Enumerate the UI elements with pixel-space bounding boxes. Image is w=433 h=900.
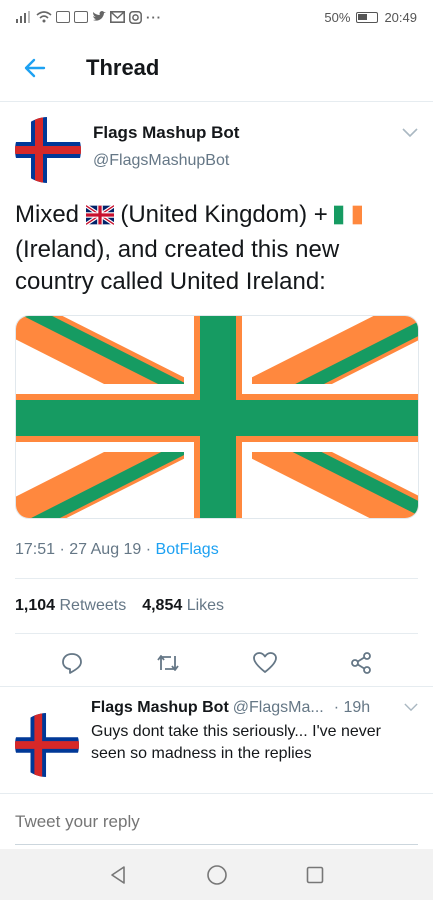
tweet-source-link[interactable]: BotFlags — [156, 541, 219, 558]
retweet-button[interactable] — [155, 652, 181, 674]
reply-author-name[interactable]: Flags Mashup Bot — [91, 699, 229, 717]
likes-label: Likes — [186, 597, 225, 614]
tweet-text-part: Mixed — [15, 201, 86, 228]
mail-icon — [110, 11, 125, 23]
heart-icon — [252, 652, 277, 673]
tweet-meta: 17:51 · 27 Aug 19 · BotFlags — [15, 541, 418, 559]
retweets-number: 1,104 — [15, 597, 56, 614]
back-arrow-icon — [24, 58, 46, 77]
photos-icon — [74, 11, 88, 23]
share-button[interactable] — [349, 651, 373, 675]
retweet-icon — [157, 655, 179, 671]
author-name[interactable]: Flags Mashup Bot — [93, 123, 239, 143]
faroe-flag-avatar — [15, 117, 81, 183]
wifi-icon — [36, 11, 52, 23]
nav-home-icon[interactable] — [206, 864, 228, 886]
author-handle[interactable]: @FlagsMashupBot — [93, 152, 239, 170]
tweet-image[interactable] — [15, 315, 419, 519]
page-title: Thread — [86, 54, 160, 80]
tweet-text-part: (United Kingdom) + — [113, 201, 335, 228]
retweets-count[interactable]: 1,104 Retweets — [15, 597, 126, 615]
likes-count[interactable]: 4,854 Likes — [142, 597, 224, 615]
tweet-timestamp: 17:51 · 27 Aug 19 · — [15, 541, 156, 558]
faroe-flag-avatar — [15, 713, 79, 777]
chevron-down-icon — [402, 128, 418, 138]
tweet-text: Mixed (United Kingdom) + (Ireland), and … — [15, 199, 418, 298]
reply-avatar[interactable] — [15, 713, 79, 777]
signal-icon — [16, 11, 30, 23]
reply-text: Guys dont take this seriously... I've ne… — [91, 723, 381, 762]
uk-flag-emoji — [84, 202, 115, 234]
instagram-icon — [129, 10, 142, 24]
like-button[interactable] — [252, 651, 278, 675]
author-avatar[interactable] — [15, 117, 81, 183]
nav-back-icon[interactable] — [109, 865, 129, 885]
system-nav-bar — [0, 849, 433, 900]
twitter-icon — [93, 11, 106, 21]
likes-number: 4,854 — [142, 597, 183, 614]
nav-recents-icon[interactable] — [306, 866, 324, 884]
reply-time: · 19h — [333, 699, 371, 716]
notification-icons: ··· — [16, 10, 162, 25]
reply-composer — [0, 793, 433, 845]
main-tweet: Flags Mashup Bot @FlagsMashupBot Mixed (… — [0, 103, 433, 692]
chevron-down-icon — [404, 703, 418, 712]
clock: 20:49 — [384, 9, 417, 25]
app-header: Thread — [0, 34, 433, 102]
reply-author-handle[interactable]: @FlagsMa... — [233, 699, 324, 717]
reply-tweet[interactable]: Flags Mashup Bot @FlagsMa... · 19h Guys … — [0, 686, 433, 777]
reply-input[interactable] — [15, 812, 418, 832]
united-ireland-flag — [16, 316, 418, 518]
reply-button[interactable] — [60, 651, 84, 675]
tweet-text-part: (Ireland), and created this new country … — [15, 236, 340, 295]
tweet-actions — [15, 634, 418, 692]
back-button[interactable] — [0, 34, 70, 102]
facebook-icon — [56, 11, 70, 23]
status-bar: ··· 50% 20:49 — [0, 0, 433, 34]
engagement-counts: 1,104 Retweets 4,854 Likes — [15, 579, 418, 633]
more-icon: ··· — [146, 9, 162, 25]
battery-percent: 50% — [324, 9, 351, 25]
reply-options-button[interactable] — [404, 699, 418, 717]
battery-icon — [356, 11, 379, 23]
ireland-flag-emoji — [334, 202, 363, 234]
share-icon — [350, 652, 371, 674]
tweet-options-button[interactable] — [402, 125, 418, 143]
reply-icon — [62, 653, 83, 674]
retweets-label: Retweets — [59, 597, 127, 614]
input-underline — [15, 844, 418, 845]
